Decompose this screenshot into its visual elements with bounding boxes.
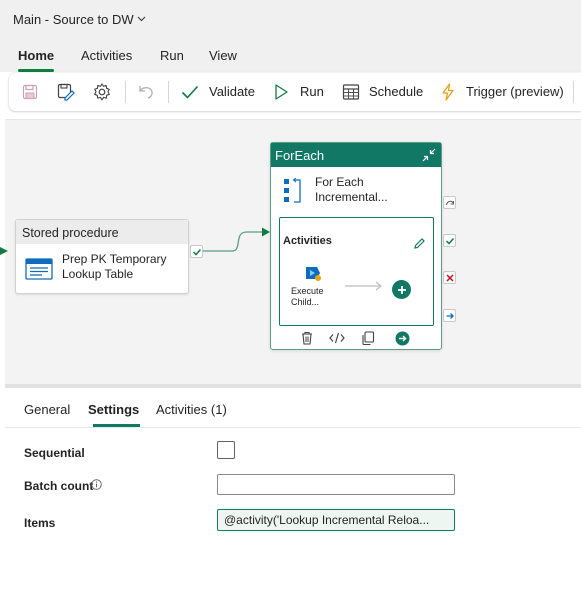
items-label: Items <box>24 516 56 530</box>
activity-name: For Each Incremental... <box>315 175 388 204</box>
edit-pencil-icon[interactable] <box>413 237 426 253</box>
skip-port-icon[interactable] <box>443 196 456 209</box>
active-tab-indicator <box>93 424 140 427</box>
items-expression-field[interactable]: @activity('Lookup Incremental Reloa... <box>217 509 455 531</box>
stored-procedure-activity[interactable]: Stored procedure Prep PK Temporary Looku… <box>15 219 189 294</box>
inner-activity-name: Execute Child... <box>291 286 324 307</box>
stored-procedure-icon <box>25 257 53 284</box>
batch-count-label: Batch count <box>24 479 94 493</box>
delete-trash-icon[interactable] <box>299 330 315 346</box>
tab-settings[interactable]: Settings <box>88 402 139 417</box>
settings-form: Sequential Batch count Items @activity('… <box>5 428 581 606</box>
add-activity-plus-icon[interactable] <box>392 280 411 299</box>
collapse-icon[interactable] <box>421 147 437 166</box>
go-to-arrow-icon[interactable] <box>394 330 410 346</box>
info-icon[interactable] <box>91 478 102 493</box>
execute-pipeline-icon <box>304 264 322 285</box>
activity-name: Prep PK Temporary Lookup Table <box>62 252 167 281</box>
node-action-bar <box>271 330 441 348</box>
foreach-header: ForEach <box>271 143 441 167</box>
foreach-activity[interactable]: ForEach For Each Incremental... Activiti… <box>270 142 442 350</box>
properties-tabs: General Settings Activities (1) <box>5 388 581 428</box>
foreach-icon <box>283 177 303 207</box>
copy-icon[interactable] <box>360 330 376 346</box>
success-port-check-icon[interactable] <box>190 245 203 258</box>
arrow-right-icon <box>344 279 384 294</box>
tab-activities[interactable]: Activities (1) <box>156 402 227 417</box>
code-view-icon[interactable] <box>329 330 345 346</box>
success-port-check-icon[interactable] <box>443 234 456 247</box>
completion-port-arrow-icon[interactable] <box>443 309 456 322</box>
batch-count-input[interactable] <box>217 474 455 495</box>
foreach-inner-activities[interactable]: Activities Execute Child... <box>279 217 434 326</box>
activity-type-label: Stored procedure <box>16 220 188 244</box>
sequential-label: Sequential <box>24 446 85 460</box>
sequential-checkbox[interactable] <box>217 441 235 459</box>
inner-activities-title: Activities <box>283 235 332 247</box>
tab-general[interactable]: General <box>24 402 70 417</box>
failure-port-x-icon[interactable] <box>443 271 456 284</box>
